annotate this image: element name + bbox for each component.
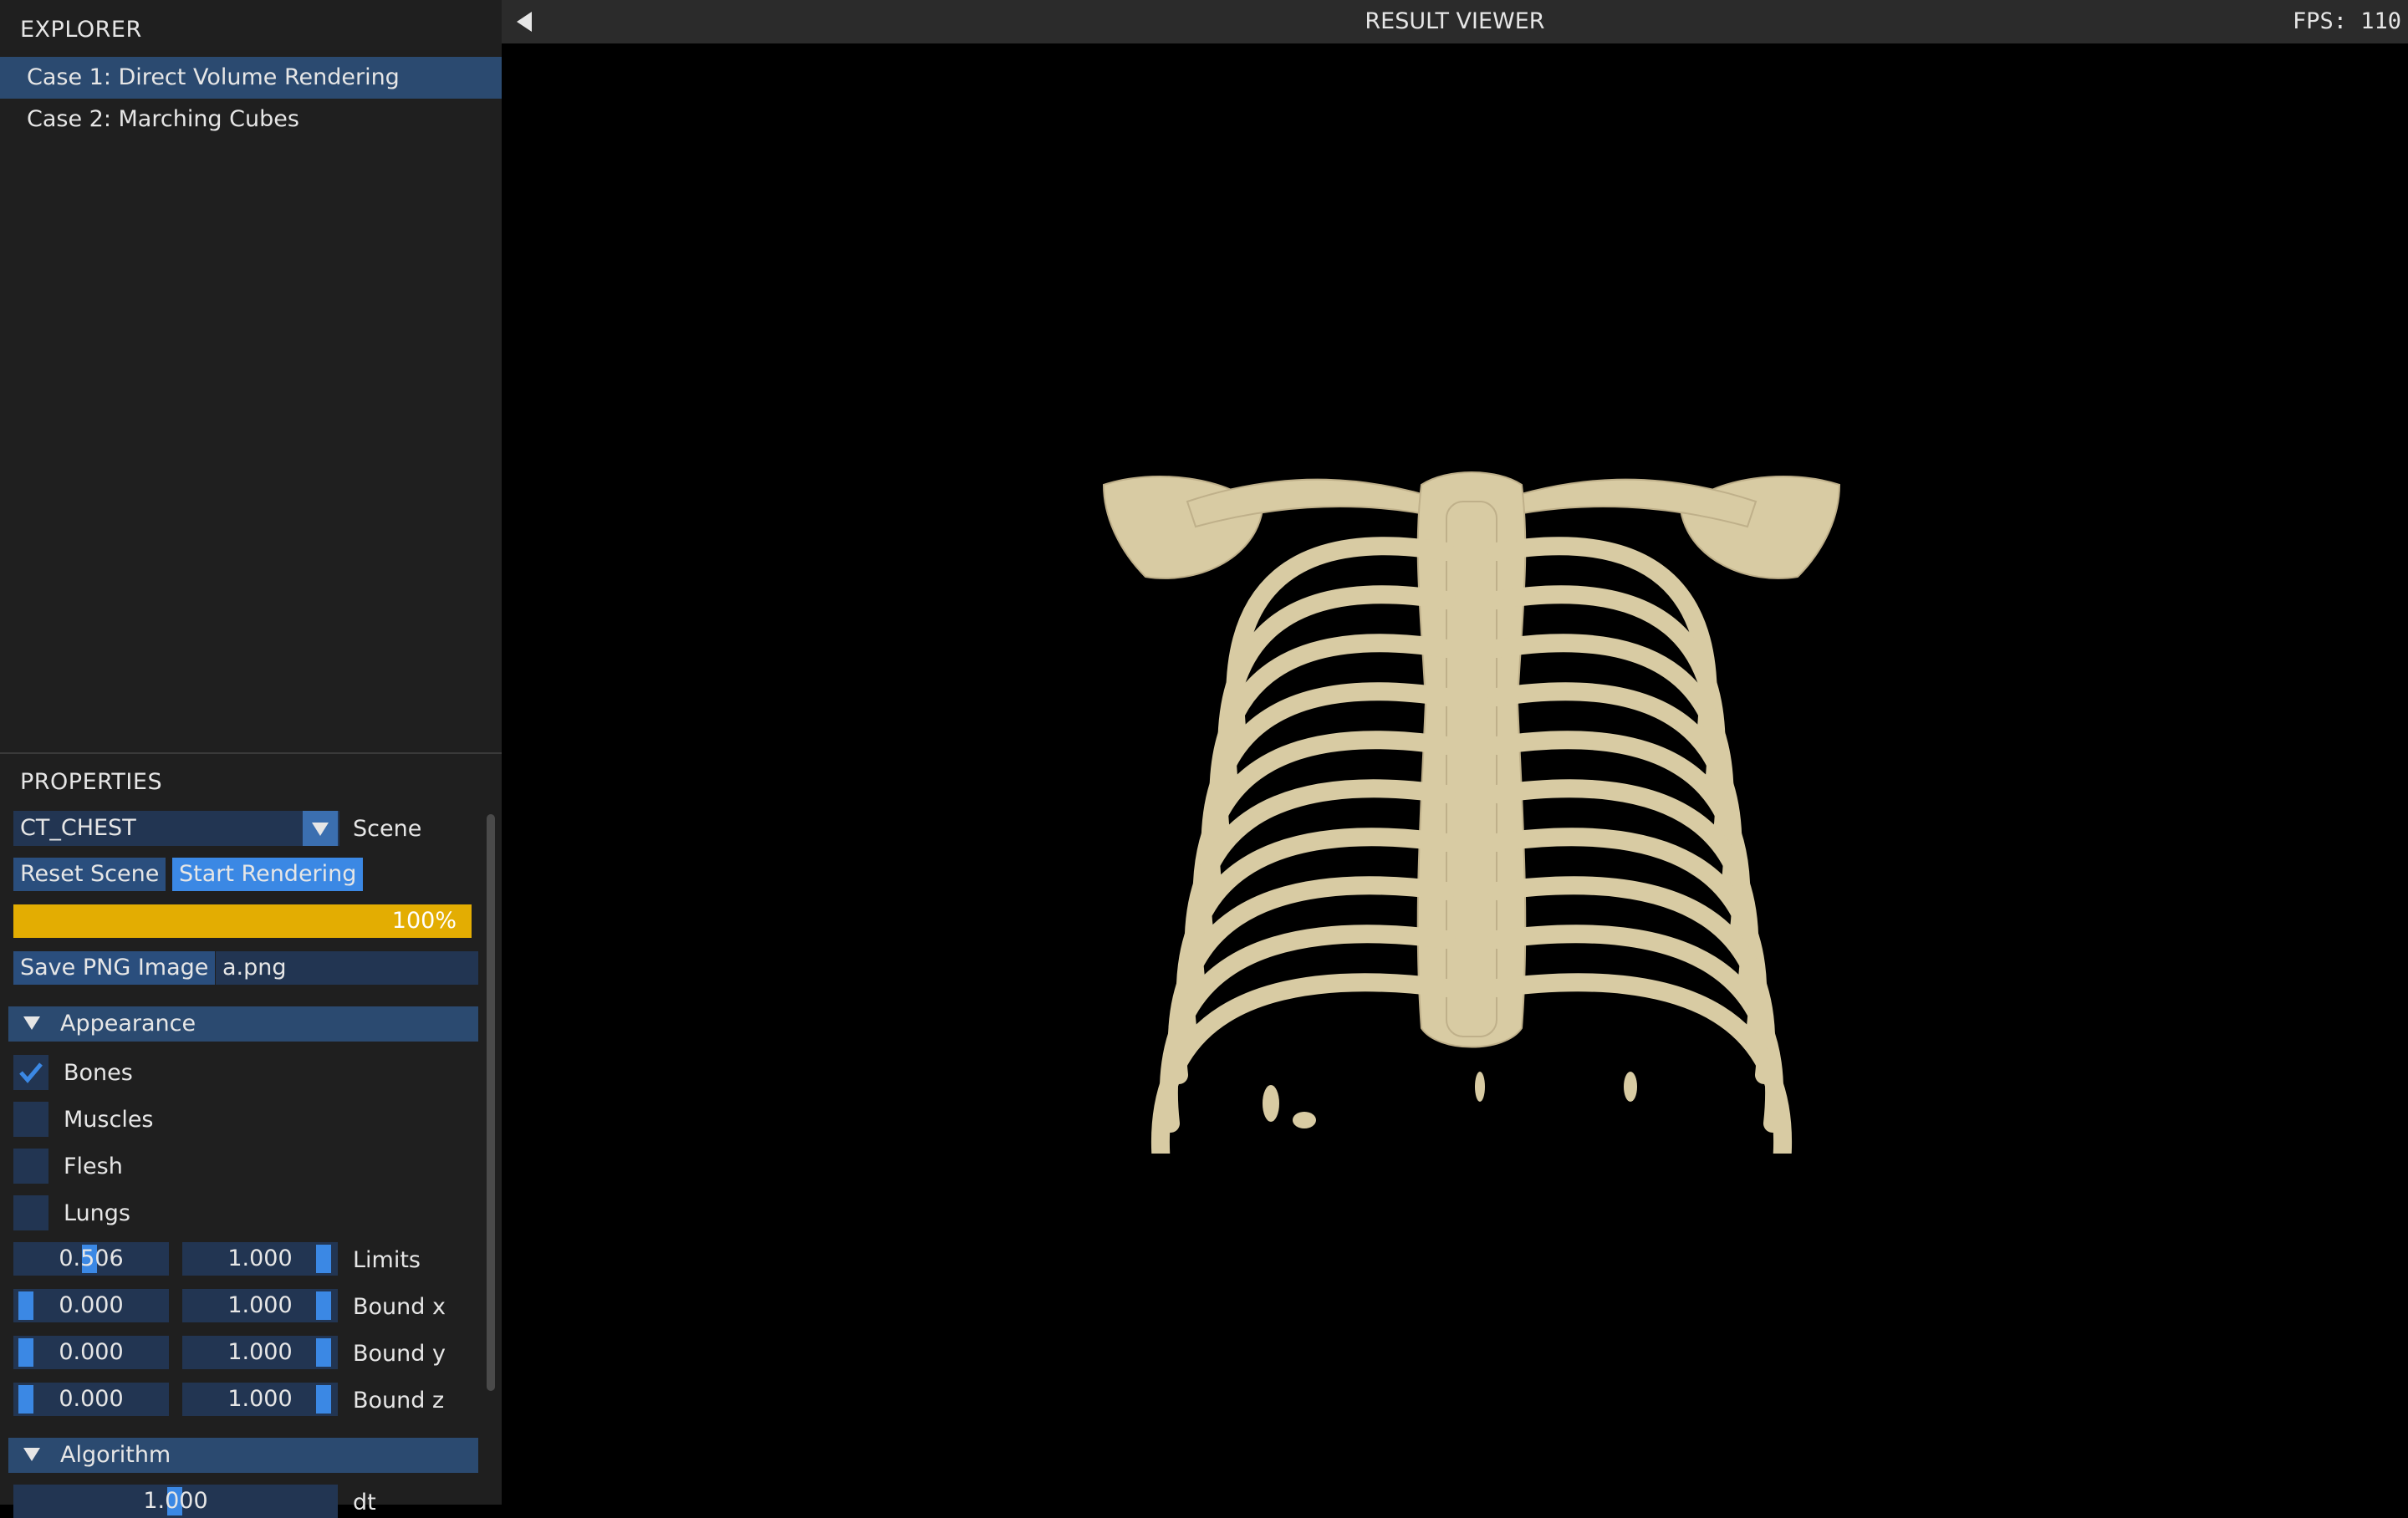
bound-x-label: Bound x bbox=[353, 1294, 446, 1320]
algorithm-section-header[interactable]: Algorithm bbox=[8, 1438, 478, 1473]
bound-y-max-slider[interactable]: 1.000 bbox=[182, 1336, 338, 1369]
render-progress-bar: 100% bbox=[13, 904, 472, 938]
collapse-triangle-icon bbox=[23, 1448, 40, 1461]
dt-value: 1.000 bbox=[143, 1488, 208, 1514]
volume-render-ribcage-image[interactable] bbox=[1087, 451, 1856, 1154]
bound-z-max-slider[interactable]: 1.000 bbox=[182, 1383, 338, 1416]
slider-grab[interactable] bbox=[316, 1338, 331, 1367]
slider-grab[interactable] bbox=[18, 1291, 33, 1320]
scene-select-value: CT_CHEST bbox=[20, 815, 136, 841]
bound-x-max-slider[interactable]: 1.000 bbox=[182, 1289, 338, 1322]
muscles-label: Muscles bbox=[64, 1107, 154, 1133]
limits-min-value: 0.506 bbox=[59, 1245, 124, 1271]
chevron-down-icon[interactable] bbox=[303, 811, 338, 846]
progress-text: 100% bbox=[391, 908, 457, 934]
bones-checkbox[interactable] bbox=[13, 1055, 48, 1090]
flesh-checkbox[interactable] bbox=[13, 1149, 48, 1184]
slider-grab[interactable] bbox=[316, 1291, 331, 1320]
start-rendering-button[interactable]: Start Rendering bbox=[172, 858, 364, 891]
slider-grab[interactable] bbox=[316, 1385, 331, 1414]
bound-z-label: Bound z bbox=[353, 1388, 445, 1414]
checkmark-icon bbox=[19, 1062, 43, 1083]
bound-x-min-slider[interactable]: 0.000 bbox=[13, 1289, 169, 1322]
dt-slider[interactable]: 1.000 bbox=[13, 1485, 338, 1518]
case-item-direct-volume-rendering[interactable]: Case 1: Direct Volume Rendering bbox=[0, 57, 502, 99]
reset-scene-button[interactable]: Reset Scene bbox=[13, 858, 166, 891]
appearance-section-header[interactable]: Appearance bbox=[8, 1006, 478, 1042]
properties-scrollbar[interactable] bbox=[487, 814, 495, 1391]
case-item-marching-cubes[interactable]: Case 2: Marching Cubes bbox=[0, 99, 502, 140]
limits-max-value: 1.000 bbox=[227, 1245, 293, 1271]
dt-label: dt bbox=[353, 1490, 376, 1515]
scene-label: Scene bbox=[353, 816, 422, 842]
properties-title: PROPERTIES bbox=[20, 769, 163, 795]
save-png-button[interactable]: Save PNG Image bbox=[13, 951, 216, 985]
bound-y-min-slider[interactable]: 0.000 bbox=[13, 1336, 169, 1369]
limits-min-slider[interactable]: 0.506 bbox=[13, 1242, 169, 1276]
bound-z-min-value: 0.000 bbox=[59, 1386, 124, 1412]
muscles-checkbox[interactable] bbox=[13, 1102, 48, 1137]
bones-label: Bones bbox=[64, 1060, 133, 1086]
limits-max-slider[interactable]: 1.000 bbox=[182, 1242, 338, 1276]
filename-input[interactable]: a.png bbox=[216, 951, 478, 985]
slider-grab[interactable] bbox=[18, 1338, 33, 1367]
viewer-titlebar: RESULT VIEWER FPS: 110 bbox=[502, 0, 2408, 43]
explorer-title: EXPLORER bbox=[20, 17, 142, 43]
explorer-panel: EXPLORER Case 1: Direct Volume Rendering… bbox=[0, 0, 502, 752]
flesh-label: Flesh bbox=[64, 1154, 123, 1179]
bound-x-min-value: 0.000 bbox=[59, 1292, 124, 1318]
bound-y-max-value: 1.000 bbox=[227, 1339, 293, 1365]
bound-y-label: Bound y bbox=[353, 1341, 446, 1367]
bound-z-min-slider[interactable]: 0.000 bbox=[13, 1383, 169, 1416]
slider-grab[interactable] bbox=[316, 1245, 331, 1273]
properties-panel: PROPERTIES CT_CHEST Scene Reset Scene St… bbox=[0, 754, 502, 1518]
result-viewer: RESULT VIEWER FPS: 110 bbox=[502, 0, 2408, 1505]
collapse-triangle-icon bbox=[23, 1016, 40, 1030]
slider-grab[interactable] bbox=[18, 1385, 33, 1414]
lungs-label: Lungs bbox=[64, 1200, 130, 1226]
left-panel: EXPLORER Case 1: Direct Volume Rendering… bbox=[0, 0, 502, 1518]
bound-x-max-value: 1.000 bbox=[227, 1292, 293, 1318]
algorithm-title: Algorithm bbox=[60, 1442, 171, 1468]
lungs-checkbox[interactable] bbox=[13, 1195, 48, 1230]
bound-z-max-value: 1.000 bbox=[227, 1386, 293, 1412]
scene-select[interactable]: CT_CHEST bbox=[13, 811, 339, 846]
appearance-title: Appearance bbox=[60, 1011, 196, 1037]
bound-y-min-value: 0.000 bbox=[59, 1339, 124, 1365]
rib-right bbox=[1487, 973, 1792, 1154]
limits-label: Limits bbox=[353, 1247, 421, 1273]
viewer-title: RESULT VIEWER bbox=[1365, 8, 1545, 34]
fps-counter: FPS: 110 bbox=[2292, 8, 2401, 34]
